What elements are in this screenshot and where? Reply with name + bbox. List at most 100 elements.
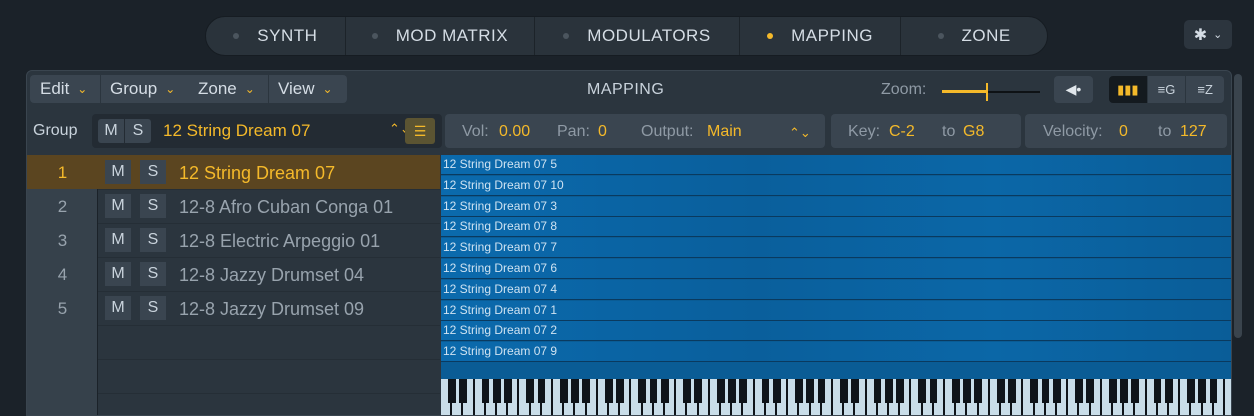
black-key[interactable]	[1007, 379, 1016, 403]
black-key[interactable]	[929, 379, 938, 403]
black-key[interactable]	[694, 379, 703, 403]
keyboard-view-button[interactable]: ▮▮▮	[1109, 76, 1148, 103]
mapping-editor[interactable]: 12 String Dream 07 5 12 String Dream 07 1…	[441, 155, 1231, 379]
black-key[interactable]	[974, 379, 983, 403]
black-key[interactable]	[817, 379, 826, 403]
zone-mute-button[interactable]: M	[105, 228, 131, 252]
tab-mod-matrix[interactable]: MOD MATRIX	[346, 17, 536, 55]
black-key[interactable]	[526, 379, 535, 403]
zone-bar[interactable]: 12 String Dream 07 6	[441, 259, 1231, 279]
group-solo-button[interactable]: S	[125, 119, 151, 143]
black-key[interactable]	[963, 379, 971, 403]
zone-solo-button[interactable]: S	[140, 296, 166, 320]
velocity-low-value[interactable]: 0	[1119, 123, 1128, 141]
zone-row[interactable]: 2 M S 12-8 Afro Cuban Conga 01	[27, 189, 440, 223]
black-key[interactable]	[806, 379, 815, 403]
black-key[interactable]	[1030, 379, 1039, 403]
black-key[interactable]	[851, 379, 859, 403]
edit-menu[interactable]: Edit ⌄	[40, 75, 87, 103]
black-key[interactable]	[559, 379, 568, 403]
group-list-view-button[interactable]: ≡G	[1147, 76, 1187, 103]
black-key[interactable]	[772, 379, 781, 403]
group-list-button[interactable]: ☰	[405, 118, 435, 144]
black-key[interactable]	[481, 379, 490, 403]
settings-button[interactable]: ✱ ⌄	[1184, 20, 1232, 49]
black-key[interactable]	[1086, 379, 1095, 403]
vertical-scrollbar[interactable]	[1234, 74, 1242, 338]
zone-mute-button[interactable]: M	[105, 262, 131, 286]
zone-row[interactable]: 3 M S 12-8 Electric Arpeggio 01	[27, 223, 440, 257]
black-key[interactable]	[1119, 379, 1128, 403]
tab-mapping[interactable]: MAPPING	[740, 17, 902, 55]
group-menu[interactable]: Group ⌄	[110, 75, 175, 103]
black-key[interactable]	[638, 379, 647, 403]
black-key[interactable]	[1108, 379, 1117, 403]
black-key[interactable]	[1187, 379, 1195, 403]
zone-solo-button[interactable]: S	[140, 228, 166, 252]
audition-button[interactable]: ◀•	[1054, 76, 1093, 103]
zone-bar[interactable]: 12 String Dream 07 5	[441, 155, 1231, 175]
zone-row[interactable]: 5 M S 12-8 Jazzy Drumset 09	[27, 291, 440, 325]
black-key[interactable]	[1209, 379, 1218, 403]
black-key[interactable]	[571, 379, 579, 403]
black-key[interactable]	[996, 379, 1005, 403]
black-key[interactable]	[1131, 379, 1139, 403]
output-select[interactable]: Main	[707, 123, 742, 141]
black-key[interactable]	[649, 379, 658, 403]
zone-bar[interactable]: 12 String Dream 07 2	[441, 321, 1231, 342]
black-key[interactable]	[795, 379, 803, 403]
zone-bar[interactable]: 12 String Dream 07 7	[441, 238, 1231, 259]
black-key[interactable]	[582, 379, 591, 403]
pan-value[interactable]: 0	[598, 123, 607, 141]
black-key[interactable]	[537, 379, 546, 403]
tab-modulators[interactable]: MODULATORS	[535, 17, 740, 55]
black-key[interactable]	[716, 379, 725, 403]
black-key[interactable]	[1052, 379, 1061, 403]
black-key[interactable]	[1153, 379, 1162, 403]
zone-bar[interactable]: 12 String Dream 07 4	[441, 279, 1231, 300]
zoom-slider-handle[interactable]	[986, 83, 989, 101]
black-key[interactable]	[895, 379, 904, 403]
zone-row[interactable]: 1 M S 12 String Dream 07	[27, 155, 440, 189]
group-name-select[interactable]: 12 String Dream 07	[163, 121, 310, 141]
zone-bar[interactable]: 12 String Dream 07 9	[441, 342, 1231, 363]
zone-list-view-button[interactable]: ≡Z	[1186, 76, 1225, 103]
zone-bar[interactable]: 12 String Dream 07 8	[441, 217, 1231, 238]
zone-solo-button[interactable]: S	[140, 194, 166, 218]
view-menu[interactable]: View ⌄	[278, 75, 333, 103]
black-key[interactable]	[739, 379, 747, 403]
black-key[interactable]	[683, 379, 691, 403]
black-key[interactable]	[459, 379, 467, 403]
group-mute-button[interactable]: M	[98, 119, 124, 143]
zone-row[interactable]: 4 M S 12-8 Jazzy Drumset 04	[27, 257, 440, 291]
black-key[interactable]	[951, 379, 960, 403]
zone-bar[interactable]: 12 String Dream 07 1	[441, 300, 1231, 321]
key-low-value[interactable]: C-2	[889, 123, 915, 141]
velocity-high-value[interactable]: 127	[1180, 123, 1207, 141]
black-key[interactable]	[660, 379, 669, 403]
updown-chevron-icon[interactable]: ⌃⌄	[789, 125, 811, 141]
zone-mute-button[interactable]: M	[105, 160, 131, 184]
keyboard[interactable]	[441, 379, 1231, 415]
white-key[interactable]	[1225, 379, 1231, 415]
black-key[interactable]	[839, 379, 848, 403]
black-key[interactable]	[1164, 379, 1173, 403]
zone-mute-button[interactable]: M	[105, 296, 131, 320]
black-key[interactable]	[604, 379, 613, 403]
black-key[interactable]	[615, 379, 624, 403]
key-high-value[interactable]: G8	[963, 123, 984, 141]
black-key[interactable]	[873, 379, 882, 403]
zone-solo-button[interactable]: S	[140, 160, 166, 184]
black-key[interactable]	[918, 379, 927, 403]
zone-bar[interactable]: 12 String Dream 07 10	[441, 175, 1231, 196]
tab-zone[interactable]: ZONE	[901, 17, 1047, 55]
black-key[interactable]	[761, 379, 770, 403]
black-key[interactable]	[1075, 379, 1083, 403]
vol-value[interactable]: 0.00	[499, 123, 530, 141]
black-key[interactable]	[884, 379, 893, 403]
zone-solo-button[interactable]: S	[140, 262, 166, 286]
black-key[interactable]	[1041, 379, 1050, 403]
zone-menu[interactable]: Zone ⌄	[198, 75, 255, 103]
black-key[interactable]	[492, 379, 501, 403]
zone-bar[interactable]: 12 String Dream 07 3	[441, 196, 1231, 217]
